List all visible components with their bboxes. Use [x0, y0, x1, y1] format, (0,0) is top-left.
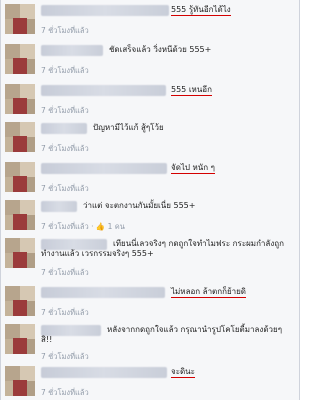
comment-text: 555 รู้ทันอีกได้ไง: [171, 5, 231, 16]
comment-text: หลังจากกดถูกใจแล้ว กรุณานำรูปโคโยตี้มาลง…: [107, 325, 282, 334]
avatar[interactable]: [5, 122, 35, 152]
blurred-username[interactable]: [41, 201, 77, 212]
timestamp[interactable]: 7 ชั่วโมงที่แล้ว: [41, 25, 89, 37]
avatar[interactable]: [5, 286, 35, 316]
comment-text: ชัดเสร็จแล้ว วิ่งหนีด้วย 555+: [109, 45, 212, 54]
comment-text: 555 เหนอีก: [171, 85, 212, 96]
blurred-username[interactable]: [41, 287, 165, 298]
timestamp[interactable]: 7 ชั่วโมงที่แล้ว: [41, 267, 89, 279]
avatar[interactable]: [5, 366, 35, 396]
list-item: ปัญหามีไว้แก้ สู้ๆโว้ย 7 ชั่วโมงที่แล้ว: [1, 118, 299, 161]
list-item: 555 รู้ทันอีกได้ไง 7 ชั่วโมงที่แล้ว: [1, 0, 299, 43]
timestamp[interactable]: 7 ชั่วโมงที่แล้ว: [41, 65, 89, 77]
avatar[interactable]: [5, 238, 35, 268]
avatar[interactable]: [5, 4, 35, 34]
comment-text: ไม่หลอก ล้าตกก็ย้ายดิ: [171, 287, 247, 298]
blurred-username[interactable]: [41, 45, 103, 56]
blurred-username[interactable]: [41, 5, 169, 16]
blurred-username[interactable]: [41, 123, 87, 134]
list-item: เทียนนี่เลวจริงๆ กดถูกใจทำไมฟระ กระผมกำล…: [1, 234, 299, 285]
list-item: ว่าแต่ จะตกงานกันมั้ยเนี่ย 555+ 7 ชั่วโม…: [1, 196, 299, 239]
timestamp[interactable]: 7 ชั่วโมงที่แล้ว: [41, 307, 89, 319]
list-item: 555 เหนอีก 7 ชั่วโมงที่แล้ว: [1, 80, 299, 123]
avatar[interactable]: [5, 324, 35, 354]
comment-text-line2: สิ!!: [41, 335, 53, 344]
blurred-username[interactable]: [41, 163, 167, 174]
comment-text: จะดินะ: [171, 367, 195, 378]
comment-text: ปัญหามีไว้แก้ สู้ๆโว้ย: [93, 123, 164, 132]
list-item: ไม่หลอก ล้าตกก็ย้ายดิ 7 ชั่วโมงที่แล้ว: [1, 282, 299, 325]
avatar[interactable]: [5, 44, 35, 74]
like-count[interactable]: 1 คน: [108, 222, 125, 231]
timestamp[interactable]: 7 ชั่วโมงที่แล้ว: [41, 105, 89, 117]
comment-text: ว่าแต่ จะตกงานกันมั้ยเนี่ย 555+: [83, 201, 196, 210]
timestamp: 7 ชั่วโมงที่แล้ว · 👍 1 คน: [41, 222, 125, 231]
list-item: จัดไป หนัก ๆ 7 ชั่วโมงที่แล้ว: [1, 158, 299, 201]
comment-text-line2: ทำงานแล้ว เวรกรรมจริงๆ 555+: [41, 249, 154, 258]
timestamp-text[interactable]: 7 ชั่วโมงที่แล้ว: [41, 222, 89, 231]
avatar[interactable]: [5, 84, 35, 114]
timestamp[interactable]: 7 ชั่วโมงที่แล้ว: [41, 387, 89, 399]
avatar[interactable]: [5, 162, 35, 192]
comment-feed: 555 รู้ทันอีกได้ไง 7 ชั่วโมงที่แล้ว ชัดเ…: [0, 0, 300, 400]
avatar[interactable]: [5, 200, 35, 230]
timestamp[interactable]: 7 ชั่วโมงที่แล้ว: [41, 183, 89, 195]
comment-text: จัดไป หนัก ๆ: [171, 163, 215, 174]
list-item: จะดินะ 7 ชั่วโมงที่แล้ว: [1, 362, 299, 400]
blurred-username[interactable]: [41, 85, 166, 96]
timestamp[interactable]: 7 ชั่วโมงที่แล้ว: [41, 143, 89, 155]
blurred-username[interactable]: [41, 367, 167, 378]
list-item: ชัดเสร็จแล้ว วิ่งหนีด้วย 555+ 7 ชั่วโมงท…: [1, 40, 299, 83]
thumbs-up-icon[interactable]: 👍: [96, 222, 105, 231]
